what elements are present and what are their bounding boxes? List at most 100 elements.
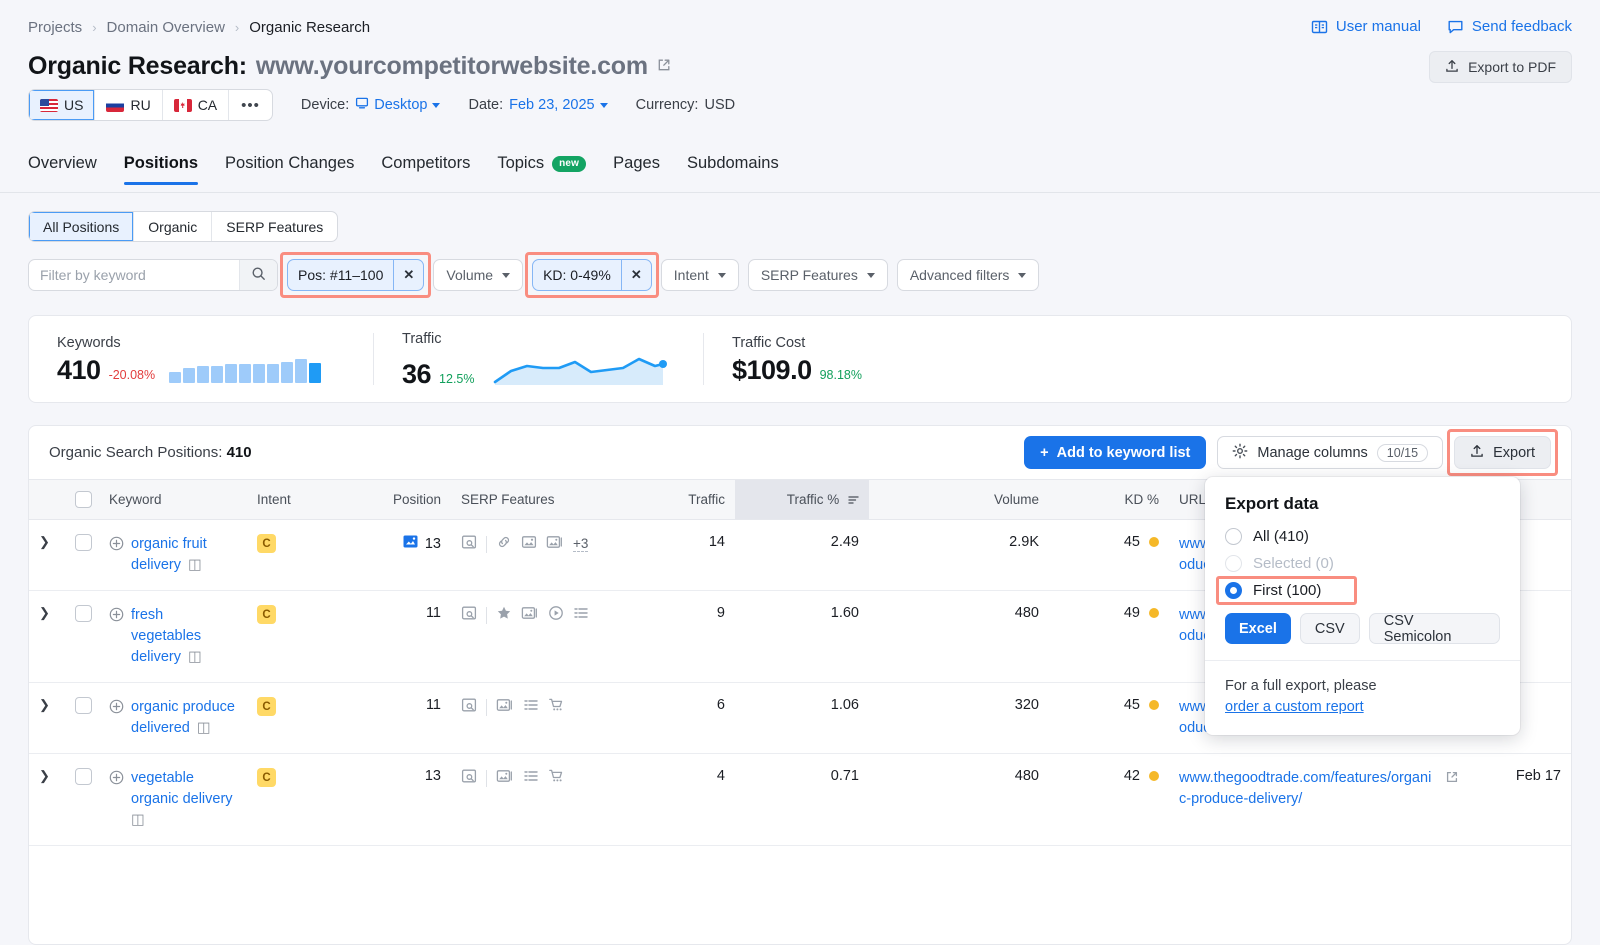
radio-icon[interactable]	[1225, 528, 1242, 545]
filter-chip-position[interactable]: Pos: #11–100 ✕	[287, 259, 424, 291]
add-keyword-icon[interactable]	[109, 536, 124, 555]
image-pack-icon[interactable]	[521, 534, 537, 554]
date-value[interactable]: Feb 23, 2025	[509, 97, 607, 113]
featured-snippet-icon[interactable]	[573, 605, 589, 625]
tab-pages[interactable]: Pages	[613, 154, 660, 185]
th-intent[interactable]: Intent	[247, 480, 359, 520]
serp-preview-icon[interactable]	[461, 605, 477, 625]
th-keyword[interactable]: Keyword	[99, 480, 247, 520]
upload-icon	[1470, 444, 1484, 462]
serp-preview-icon[interactable]: ◫	[131, 812, 145, 828]
th-serp-features[interactable]: SERP Features	[451, 480, 627, 520]
row-select-cell	[65, 754, 99, 846]
featured-snippet-icon[interactable]	[523, 697, 539, 717]
country-button-us[interactable]: US	[29, 90, 95, 120]
add-keyword-icon[interactable]	[109, 699, 124, 718]
external-link-icon[interactable]	[657, 58, 671, 75]
filter-dropdown-serp-features[interactable]: SERP Features	[748, 259, 888, 291]
th-volume[interactable]: Volume	[869, 480, 1049, 520]
serp-preview-icon[interactable]	[461, 534, 477, 554]
row-checkbox[interactable]	[75, 697, 92, 714]
kd-difficulty-dot	[1149, 608, 1159, 618]
url-link[interactable]: www.thegoodtrade.com/features/organic-pr…	[1179, 768, 1436, 810]
row-checkbox[interactable]	[75, 768, 92, 785]
reviews-star-icon[interactable]	[496, 605, 512, 625]
keyword-link[interactable]: vegetable organic delivery ◫	[131, 768, 237, 831]
chevron-right-icon[interactable]: ❯	[39, 697, 50, 713]
export-format-csv-semicolon[interactable]: CSV Semicolon	[1369, 613, 1500, 644]
featured-snippet-icon[interactable]	[523, 768, 539, 788]
radio-icon-selected[interactable]	[1225, 582, 1242, 599]
tab-overview[interactable]: Overview	[28, 154, 97, 185]
chevron-right-icon[interactable]: ❯	[39, 605, 50, 621]
tab-topics[interactable]: Topics new	[497, 154, 586, 185]
serp-preview-icon[interactable]: ◫	[193, 720, 211, 736]
add-keyword-icon[interactable]	[109, 770, 124, 789]
shopping-cart-icon[interactable]	[548, 697, 564, 717]
filter-dropdown-volume[interactable]: Volume	[433, 259, 523, 291]
tab-position-changes[interactable]: Position Changes	[225, 154, 354, 185]
th-traffic-pct[interactable]: Traffic %	[735, 480, 869, 520]
country-button-ru[interactable]: RU	[95, 90, 162, 120]
intent-badge[interactable]: C	[257, 534, 276, 553]
external-link-icon[interactable]	[1445, 770, 1459, 788]
segment-serp-features[interactable]: SERP Features	[212, 212, 337, 241]
row-checkbox[interactable]	[75, 605, 92, 622]
manage-columns-button[interactable]: Manage columns 10/15	[1217, 436, 1443, 469]
chevron-right-icon[interactable]: ❯	[39, 768, 50, 784]
order-custom-report-link[interactable]: order a custom report	[1225, 697, 1500, 718]
intent-badge[interactable]: C	[257, 697, 276, 716]
intent-badge[interactable]: C	[257, 768, 276, 787]
export-popup-title: Export data	[1225, 494, 1500, 514]
filter-chip-kd[interactable]: KD: 0-49% ✕	[532, 259, 652, 291]
serp-preview-icon[interactable]: ◫	[184, 649, 202, 665]
add-to-keyword-list-button[interactable]: + Add to keyword list	[1024, 436, 1206, 469]
tab-positions[interactable]: Positions	[124, 154, 198, 185]
filter-dropdown-intent[interactable]: Intent	[661, 259, 739, 291]
keyword-link[interactable]: organic fruit delivery ◫	[131, 534, 237, 576]
breadcrumb-item-projects[interactable]: Projects	[28, 19, 82, 36]
export-to-pdf-button[interactable]: Export to PDF	[1429, 51, 1572, 83]
segment-organic[interactable]: Organic	[134, 212, 212, 241]
keyword-link[interactable]: organic produce delivered ◫	[131, 697, 237, 739]
serp-preview-icon[interactable]	[461, 768, 477, 788]
more-countries-button[interactable]: •••	[229, 90, 272, 120]
export-button[interactable]: Export	[1454, 436, 1551, 469]
thumbnail-icon[interactable]	[521, 605, 539, 625]
tab-competitors[interactable]: Competitors	[381, 154, 470, 185]
th-kd[interactable]: KD %	[1049, 480, 1169, 520]
segment-all-positions[interactable]: All Positions	[29, 212, 134, 241]
thumbnail-icon[interactable]	[496, 768, 514, 788]
search-input[interactable]	[29, 260, 239, 290]
export-option-all[interactable]: All (410)	[1225, 528, 1500, 545]
thumbnail-icon[interactable]	[546, 534, 564, 554]
filter-dropdown-advanced[interactable]: Advanced filters	[897, 259, 1040, 291]
export-format-excel[interactable]: Excel	[1225, 613, 1291, 644]
row-checkbox[interactable]	[75, 534, 92, 551]
shopping-cart-icon[interactable]	[548, 768, 564, 788]
thumbnail-icon[interactable]	[496, 697, 514, 717]
select-all-checkbox[interactable]	[75, 491, 92, 508]
user-manual-link[interactable]: User manual	[1311, 18, 1421, 35]
add-keyword-icon[interactable]	[109, 607, 124, 626]
send-feedback-link[interactable]: Send feedback	[1447, 18, 1572, 35]
tab-subdomains[interactable]: Subdomains	[687, 154, 779, 185]
serp-preview-icon[interactable]	[461, 697, 477, 717]
th-position[interactable]: Position	[359, 480, 451, 520]
search-button[interactable]	[239, 260, 277, 290]
video-icon[interactable]	[548, 605, 564, 625]
keyword-link[interactable]: fresh vegetables delivery ◫	[131, 605, 237, 668]
export-option-first[interactable]: First (100)	[1225, 582, 1500, 599]
filter-chip-position-close-icon[interactable]: ✕	[393, 260, 423, 290]
export-format-csv[interactable]: CSV	[1300, 613, 1360, 644]
chevron-right-icon[interactable]: ❯	[39, 534, 50, 550]
filter-chip-kd-close-icon[interactable]: ✕	[621, 260, 651, 290]
sitelinks-icon[interactable]	[496, 534, 512, 554]
th-traffic[interactable]: Traffic	[627, 480, 735, 520]
country-button-ca[interactable]: CA	[163, 90, 229, 120]
serp-preview-icon[interactable]: ◫	[184, 557, 202, 573]
serp-more-count[interactable]: +3	[573, 536, 588, 552]
intent-badge[interactable]: C	[257, 605, 276, 624]
device-value[interactable]: Desktop	[355, 96, 440, 114]
breadcrumb-item-domain-overview[interactable]: Domain Overview	[107, 19, 225, 36]
